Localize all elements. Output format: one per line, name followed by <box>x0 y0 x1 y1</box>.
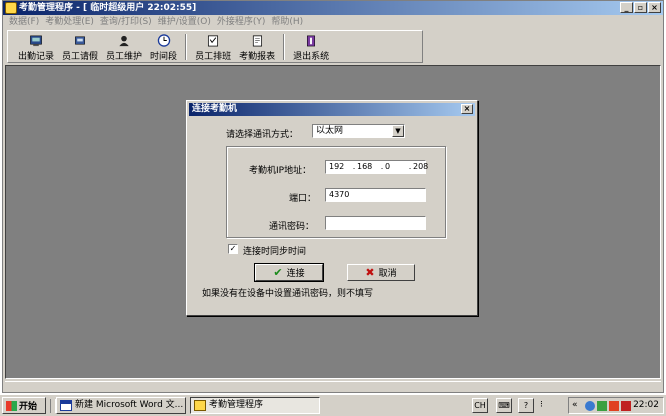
task-word-document[interactable]: 新建 Microsoft Word 文... <box>56 397 186 414</box>
employee-maintenance-icon <box>119 35 129 47</box>
report-icon <box>252 35 263 47</box>
toolbar-time-period[interactable]: 时间段 <box>146 31 181 62</box>
dialog-titlebar[interactable]: 连接考勤机 × <box>189 103 475 116</box>
port-input[interactable]: 4370 <box>325 188 426 202</box>
toolbar-employee-schedule[interactable]: 员工排班 <box>191 31 235 62</box>
taskbar: 开始 新建 Microsoft Word 文... 考勤管理程序 CH ⌨ ? … <box>0 394 666 416</box>
antivirus-icon[interactable] <box>609 401 619 411</box>
ip-address-input[interactable]: 192. 168. 0. 208 <box>325 160 428 174</box>
exit-icon <box>307 35 316 47</box>
system-tray: « 22:02 <box>568 397 664 414</box>
sync-time-checkbox[interactable]: ✓ <box>228 244 238 254</box>
toolbar-separator <box>283 34 286 60</box>
messenger-icon[interactable] <box>597 401 607 411</box>
menu-external[interactable]: 外接程序(Y) <box>214 15 269 29</box>
toolbar-separator <box>185 34 188 60</box>
checkmark-icon: ✔ <box>273 266 283 279</box>
menu-help[interactable]: 帮助(H) <box>268 15 306 29</box>
port-label: 端口： <box>289 194 317 204</box>
ip-octet-3[interactable]: 0 <box>385 161 407 173</box>
sync-time-label[interactable]: 连接时同步时间 <box>243 244 306 257</box>
comm-method-label: 请选择通讯方式： <box>226 130 299 140</box>
toolbar-exit-system[interactable]: 退出系统 <box>289 31 333 62</box>
comm-method-value: 以太网 <box>316 126 344 136</box>
toolbar-employee-leave[interactable]: 员工请假 <box>58 31 102 62</box>
attendance-record-icon <box>30 35 42 47</box>
menu-maintenance[interactable]: 维护/设置(O) <box>155 15 214 29</box>
tray-separator-icon: ⁝ <box>540 400 543 410</box>
schedule-icon <box>208 35 219 47</box>
windows-logo-icon <box>6 400 17 411</box>
toolbar-attendance-record[interactable]: 出勤记录 <box>14 31 58 62</box>
task-attendance-program[interactable]: 考勤管理程序 <box>190 397 320 414</box>
ip-octet-2[interactable]: 168 <box>357 161 379 173</box>
word-document-icon <box>60 400 72 411</box>
comm-password-label: 通讯密码： <box>269 222 315 232</box>
dropdown-arrow-icon[interactable]: ▼ <box>392 125 404 137</box>
connect-button[interactable]: ✔ 连接 <box>254 263 324 282</box>
status-bar <box>5 381 661 392</box>
close-window-button[interactable]: × <box>648 2 661 13</box>
app-icon <box>194 400 206 411</box>
cn-icon[interactable] <box>621 401 631 411</box>
maximize-button[interactable]: ▫ <box>634 2 647 13</box>
cancel-button[interactable]: ✖ 取消 <box>347 264 415 281</box>
minimize-button[interactable]: _ <box>620 2 633 13</box>
app-icon <box>5 2 17 14</box>
clock-icon <box>157 34 170 47</box>
show-hidden-icons-button[interactable]: « <box>572 398 578 413</box>
employee-leave-icon <box>75 36 85 45</box>
ip-octet-1[interactable]: 192 <box>329 161 351 173</box>
ip-address-label: 考勤机IP地址： <box>249 166 312 176</box>
toolbar-employee-maintenance[interactable]: 员工维护 <box>102 31 146 62</box>
network-icon[interactable] <box>585 401 595 411</box>
cross-icon: ✖ <box>365 266 375 279</box>
menu-query-print[interactable]: 查询/打印(S) <box>97 15 155 29</box>
password-hint-text: 如果没有在设备中设置通讯密码，则不填写 <box>202 289 374 299</box>
connect-device-dialog: 连接考勤机 × 请选择通讯方式： 以太网 ▼ 考勤机IP地址： 192. 168.… <box>186 100 478 316</box>
toolbar: 出勤记录 员工请假 员工维护 时间段 员工排班 考勤报表 退出系统 <box>7 30 423 63</box>
menu-bar: 数据(F) 考勤处理(E) 查询/打印(S) 维护/设置(O) 外接程序(Y) … <box>3 15 663 29</box>
toolbar-attendance-report[interactable]: 考勤报表 <box>235 31 279 62</box>
start-button[interactable]: 开始 <box>2 397 46 414</box>
help-button[interactable]: ? <box>518 398 534 413</box>
comm-password-input[interactable] <box>325 216 426 230</box>
dialog-close-button[interactable]: × <box>461 104 473 114</box>
menu-attendance[interactable]: 考勤处理(E) <box>42 15 97 29</box>
keyboard-icon[interactable]: ⌨ <box>496 398 512 413</box>
comm-method-select[interactable]: 以太网 ▼ <box>312 124 405 138</box>
input-method-button[interactable]: CH <box>472 398 488 413</box>
dialog-title: 连接考勤机 <box>192 104 238 114</box>
main-titlebar[interactable]: 考勤管理程序 - [ 临时超级用户 22:02:55] _ ▫ × <box>3 1 663 15</box>
menu-data[interactable]: 数据(F) <box>6 15 42 29</box>
taskbar-clock[interactable]: 22:02 <box>633 398 659 413</box>
window-title: 考勤管理程序 - [ 临时超级用户 22:02:55] <box>19 3 197 13</box>
ip-octet-4[interactable]: 208 <box>413 161 435 173</box>
